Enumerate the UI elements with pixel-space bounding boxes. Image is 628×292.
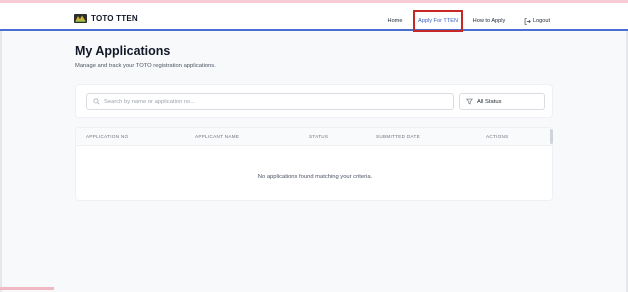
logout-button[interactable]: Logout [520,10,554,32]
column-header-application-no[interactable]: APPLICATION NO [86,134,128,139]
column-header-status[interactable]: STATUS [309,134,328,139]
applications-table: APPLICATION NO APPLICANT NAME STATUS SUB… [75,127,554,201]
status-filter-select[interactable]: All Status [459,93,545,110]
bottom-progress-bar [0,287,54,290]
top-navbar: TOTO TTEN Home Apply For TTEN How to App… [0,3,628,32]
flag-logo-icon [74,13,87,23]
nav-how-to-apply-link[interactable]: How to Apply [468,10,510,32]
filter-icon [466,98,473,105]
column-header-applicant-name[interactable]: APPLICANT NAME [195,134,239,139]
search-input[interactable] [104,95,444,108]
logout-label: Logout [532,18,551,24]
brand[interactable]: TOTO TTEN [74,12,138,24]
logout-icon [524,17,531,25]
page-subtitle: Manage and track your TOTO registration … [75,63,216,69]
filter-card: All Status [75,84,553,118]
nav-apply-link[interactable]: Apply For TTEN [413,10,463,32]
empty-state-message: No applications found matching your crit… [257,174,373,180]
status-filter-value: All Status [477,98,502,105]
column-header-submitted-date[interactable]: SUBMITTED DATE [376,134,420,139]
page-title: My Applications [75,44,171,58]
table-scrollbar[interactable] [550,129,553,144]
search-box[interactable] [86,93,454,110]
nav-home-link[interactable]: Home [383,10,407,32]
brand-name: TOTO TTEN [91,13,138,23]
table-header: APPLICATION NO APPLICANT NAME STATUS SUB… [76,128,554,146]
column-header-actions: ACTIONS [486,134,509,139]
search-icon [93,98,100,105]
